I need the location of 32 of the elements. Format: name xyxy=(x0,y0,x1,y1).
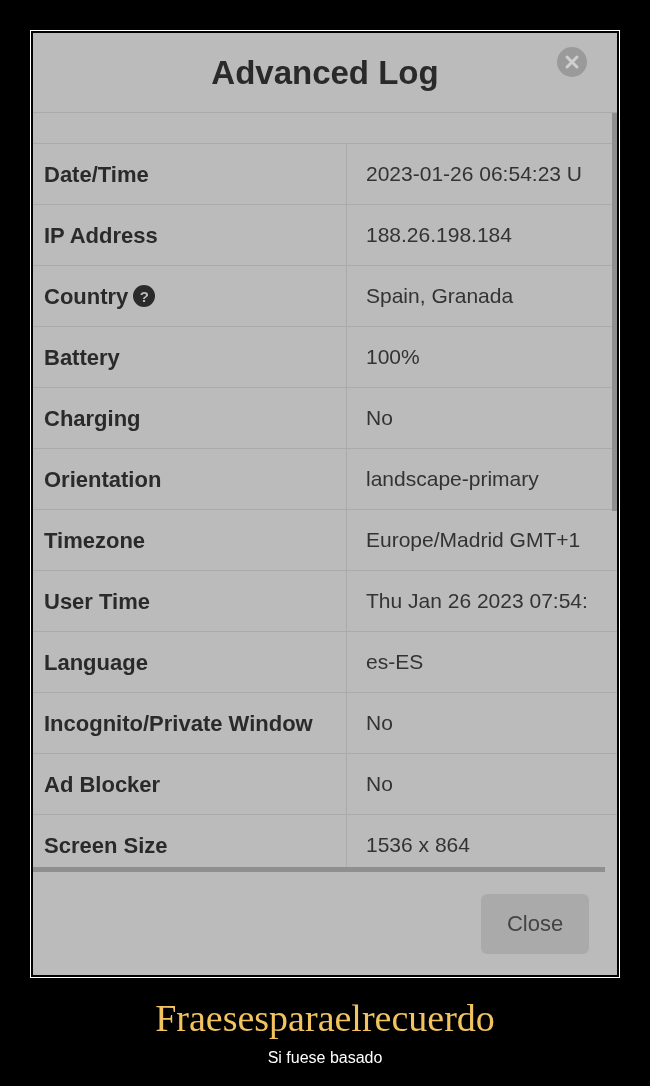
poster-subtitle: Si fuese basado xyxy=(267,1048,383,1068)
table-cell-text: 100% xyxy=(366,344,420,371)
row-label: Battery xyxy=(44,343,120,372)
table-cell-text: es-ES xyxy=(366,649,424,676)
table-cell-text: 1536 x 864 xyxy=(366,832,470,859)
row-label: Language xyxy=(44,648,148,677)
close-icon[interactable] xyxy=(557,47,587,77)
table-cell-text: landscape-primary xyxy=(366,466,539,493)
table-cell-text: 188.26.198.184 xyxy=(366,222,512,249)
table-cell-text: Thu Jan 26 2023 07:54: xyxy=(366,588,588,615)
scrollbar[interactable] xyxy=(612,113,617,511)
row-label: Incognito/Private Window xyxy=(44,709,313,738)
row-label: Date/Time xyxy=(44,160,149,189)
table-cell-text: Europe/Madrid GMT+1 xyxy=(366,527,581,554)
row-label: Ad Blocker xyxy=(44,770,161,799)
poster-title: Fraesesparaelrecuerdo xyxy=(155,996,495,1041)
row-label: Screen Size xyxy=(44,831,168,860)
table-cell-text: No xyxy=(366,710,393,737)
row-label: User Time xyxy=(44,587,150,616)
row-label: IP Address xyxy=(44,221,158,250)
help-icon[interactable]: ? xyxy=(133,285,156,307)
row-label: Country xyxy=(44,282,129,311)
dialog-title: Advanced Log xyxy=(211,52,439,93)
table-cell-text: 2023-01-26 06:54:23 U xyxy=(366,161,582,188)
close-button[interactable]: Close xyxy=(481,893,589,954)
scrollbar[interactable] xyxy=(33,867,605,872)
row-label: Orientation xyxy=(44,465,162,494)
row-label: Timezone xyxy=(44,526,146,555)
table-cell-text: No xyxy=(366,405,393,432)
table-cell-text: Spain, Granada xyxy=(366,283,514,310)
table-cell-text: No xyxy=(366,771,393,798)
row-label: Charging xyxy=(44,404,141,433)
